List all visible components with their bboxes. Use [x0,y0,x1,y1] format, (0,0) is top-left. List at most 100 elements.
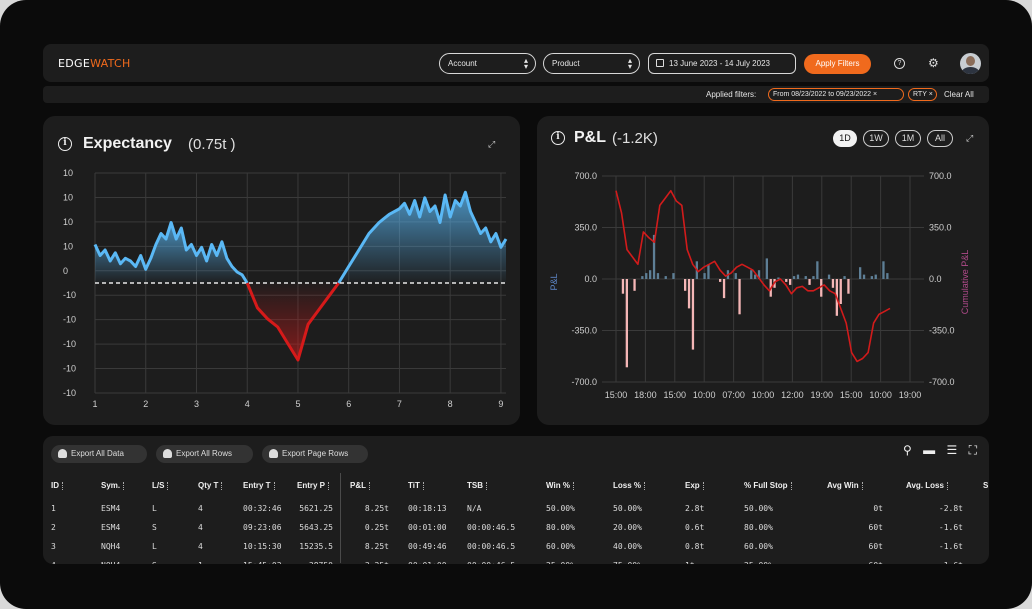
bar-positive [827,274,831,279]
table-cell: L [152,504,157,513]
avatar[interactable] [960,53,981,74]
column-menu-icon[interactable] [273,481,278,490]
column-menu-icon[interactable] [861,481,866,490]
clear-all-button[interactable]: Clear All [944,90,974,99]
account-select[interactable]: Account ▴ ▾ [439,53,536,74]
table-row[interactable]: 4 NQH4 S 1 15:45:03 38750 3.25t 00:01:00 00:00:4… [43,556,989,564]
column-menu-icon[interactable] [702,481,707,490]
table-cell: 3.25t [365,561,389,564]
x-tick-label: 15:00 [840,390,863,400]
filter-chip-date[interactable]: From 08/23/2022 to 09/23/2022 × [768,88,904,101]
column-menu-icon[interactable] [123,481,127,490]
applied-filters-label: Applied filters: [706,90,757,99]
column-header[interactable]: Entry T [243,481,278,490]
column-menu-icon[interactable] [790,481,795,490]
column-header[interactable]: TiT [408,481,427,490]
column-header[interactable]: Qty T [198,481,225,490]
x-tick-label: 7 [397,399,402,409]
bar-negative [738,279,741,315]
column-menu-icon[interactable] [644,481,648,490]
table-cell: 0.25t [364,523,389,532]
table-cell: 4 [198,523,203,532]
info-icon[interactable]: i [551,131,565,145]
column-header[interactable]: Avg. Loss [906,481,951,490]
table-cell: 1t [685,561,695,564]
column-menu-icon[interactable] [422,481,427,490]
table-row[interactable]: 2 ESM4 S 4 09:23:06 5643.25 0.25t 00:01:00 00:00… [43,518,989,537]
range-1m-button[interactable]: 1M [895,130,921,147]
app-frame: EDGEWATCH Account ▴ ▾ Product ▴ ▾ 13 June … [0,0,1032,609]
column-header[interactable]: ID [51,481,66,490]
range-all-button[interactable]: All [927,130,953,147]
table-cell: L [152,542,157,551]
filter-chip-symbol[interactable]: RTY × [908,88,937,101]
table-cell: -1.6t [939,561,963,564]
table-cell: 60.00% [744,542,773,551]
table-row[interactable]: 1 ESM4 L 4 00:32:46 5621.25 8.25t 00:18:13 N/A 50… [43,499,989,518]
column-header-label: Sym. [101,481,121,490]
table-cell: 1 [198,561,203,564]
y2-axis-label: Cumulative P&L [960,250,970,315]
table-cell: 0t [873,504,883,513]
table-tool-icons[interactable]: ⚲ ▬ ☰ ⛶ [903,443,981,458]
column-header[interactable]: S [983,481,988,490]
table-cell: 00:00:46.5 [467,561,515,564]
table-header: ID Sym. L/S Qty T Entry T Entry P P&L TiT TSB Win… [43,477,989,495]
column-menu-icon[interactable] [486,481,490,490]
table-cell: 25.00% [744,561,773,564]
export-all-data-button[interactable]: Export All Data [51,445,147,463]
column-menu-icon[interactable] [221,481,225,490]
table-row[interactable]: 3 NQH4 L 4 10:15:30 15235.5 8.25t 00:49:46 00:00… [43,537,989,556]
bar-negative [722,279,726,299]
apply-filters-button[interactable]: Apply Filters [804,54,871,74]
x-tick-label: 2 [143,399,148,409]
table-cell: 0.8t [685,542,705,551]
export-page-rows-button[interactable]: Export Page Rows [262,445,368,463]
bar-negative [684,279,687,291]
y-tick-label: -10 [63,339,76,349]
column-header[interactable]: Entry P [297,481,332,490]
export-all-rows-button[interactable]: Export All Rows [156,445,253,463]
column-header-label: Entry P [297,481,326,490]
table-cell: 8.25t [364,542,389,551]
table-cell: N/A [467,504,482,513]
column-header[interactable]: P&L [350,481,373,490]
column-header[interactable]: Exp [685,481,707,490]
column-header[interactable]: Sym. [101,481,127,490]
table-cell: S [152,523,157,532]
bar-negative [691,279,695,350]
column-menu-icon[interactable] [572,481,577,490]
column-menu-icon[interactable] [328,481,332,490]
expand-icon[interactable]: ⤢ [488,139,495,150]
calendar-icon [656,59,664,67]
y-tick-label: -10 [63,388,76,398]
column-header[interactable]: L/S [152,481,171,490]
help-icon[interactable]: ? [894,58,905,69]
column-header[interactable]: % Full Stop [744,481,795,490]
bar-positive [843,276,846,279]
table-cell: 20.00% [613,523,642,532]
column-menu-icon[interactable] [369,481,373,490]
column-menu-icon[interactable] [946,481,951,490]
column-menu-icon[interactable] [167,481,171,490]
column-header-label: Win % [546,481,570,490]
x-tick-label: 19:00 [899,390,922,400]
y-tick-label: -350.0 [571,326,597,336]
range-1w-button[interactable]: 1W [863,130,889,147]
range-1d-button[interactable]: 1D [833,130,857,147]
column-header[interactable]: Win % [546,481,577,490]
column-header[interactable]: Loss % [613,481,648,490]
column-menu-icon[interactable] [62,481,66,490]
product-select[interactable]: Product ▴ ▾ [543,53,640,74]
y-tick-label: 10 [63,241,73,251]
column-header-label: Exp [685,481,700,490]
bar-negative [808,279,811,285]
column-header[interactable]: TSB [467,481,490,490]
table-cell: 5643.25 [299,523,333,532]
bar-negative [839,279,842,304]
gear-icon[interactable]: ⚙ [928,56,939,70]
column-header[interactable]: Avg Win [827,481,866,490]
expand-icon[interactable]: ⤢ [966,133,973,144]
date-range-picker[interactable]: 13 June 2023 - 14 July 2023 [648,53,796,74]
info-icon[interactable]: i [58,137,72,151]
